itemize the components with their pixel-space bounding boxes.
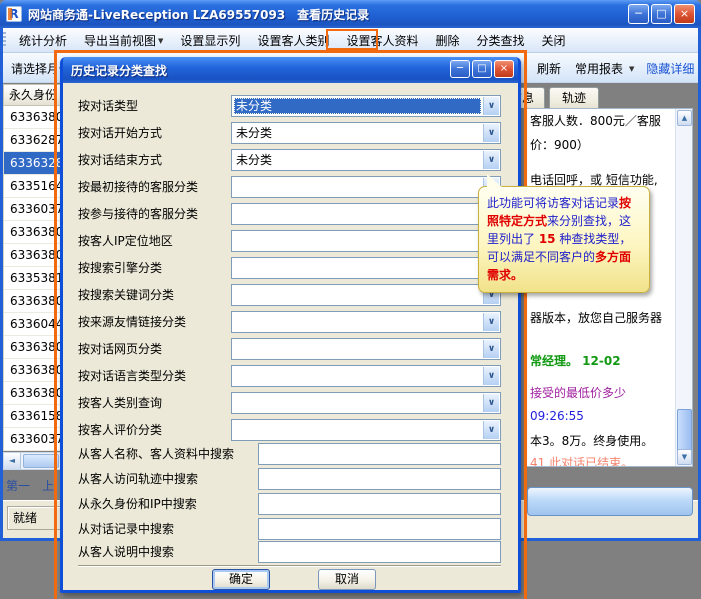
screen: R 网站商务通-LiveReception LZA69557093 查看历史记录… — [0, 0, 701, 599]
main-titlebar: R 网站商务通-LiveReception LZA69557093 查看历史记录… — [0, 0, 701, 28]
vertical-scrollbar[interactable]: ▲ ▼ — [675, 109, 692, 466]
menu-item-columns[interactable]: 设置显示列 — [171, 29, 248, 52]
chat-line: 器版本，放您自己服务器 — [530, 309, 662, 326]
minimize-button[interactable]: ─ — [628, 4, 649, 24]
chat-ended-notice: 41 此对话已结束。 — [530, 454, 633, 467]
wide-button[interactable] — [527, 487, 693, 516]
tab-track[interactable]: 轨迹 — [549, 87, 599, 108]
annotation-box-dialog — [54, 50, 527, 599]
chat-line: 接受的最低价多少 — [530, 384, 626, 401]
menu-item-delete[interactable]: 删除 — [426, 29, 467, 52]
tooltip-text: 此功能可将访客对话记录 — [487, 196, 619, 210]
common-reports-button[interactable]: 常用报表 — [571, 60, 623, 77]
menu-item-export[interactable]: 导出当前视图 — [75, 29, 158, 52]
menu-item-category-search[interactable]: 分类查找 — [467, 29, 532, 52]
menu-item-close[interactable]: 关闭 — [533, 29, 574, 52]
chat-line: 本3。8万。终身使用。 — [530, 432, 653, 449]
window-border — [0, 28, 3, 541]
chat-timestamp: 09:26:55 — [530, 409, 584, 423]
menubar-gripper — [3, 32, 6, 48]
window-title: 网站商务通-LiveReception LZA69557093 查看历史记录 — [28, 6, 369, 23]
maximize-button[interactable]: □ — [651, 4, 672, 24]
scroll-down-icon[interactable]: ▼ — [677, 449, 692, 465]
chat-line: 常经理。 12-02 — [530, 352, 621, 369]
menu-item-guest-type[interactable]: 设置客人类别 — [248, 29, 337, 52]
menu-item-stats[interactable]: 统计分析 — [10, 29, 75, 52]
hide-detail-link[interactable]: 隐藏详细 — [642, 60, 698, 77]
close-button[interactable]: × — [674, 4, 695, 24]
tooltip-callout: 此功能可将访客对话记录按照特定方式来分别查找，这里列出了 15 种查找类型，可以… — [478, 186, 650, 293]
tooltip-text-highlight: 15 — [539, 232, 556, 246]
scroll-left-icon[interactable]: ◄ — [4, 453, 21, 469]
dropdown-arrow-icon[interactable]: ▼ — [158, 37, 171, 45]
chat-line: 价：900） — [530, 136, 589, 153]
annotation-box-menu-item — [326, 29, 378, 50]
refresh-button[interactable]: 刷新 — [533, 60, 565, 77]
app-logo-icon: R — [6, 6, 22, 22]
scroll-up-icon[interactable]: ▲ — [677, 110, 692, 126]
dropdown-arrow-icon[interactable]: ▼ — [629, 65, 636, 73]
chat-line: 客服人数．800元／客服 — [530, 112, 661, 129]
